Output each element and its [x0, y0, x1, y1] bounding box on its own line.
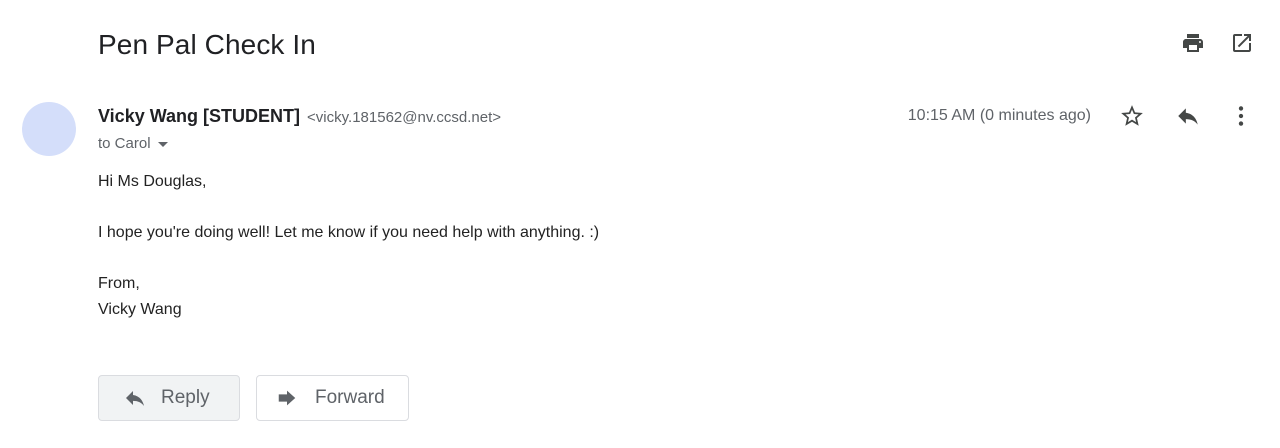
reply-icon [123, 386, 147, 410]
open-in-new-window-icon [1233, 34, 1251, 52]
email-closing: From, [98, 275, 140, 292]
forward-button[interactable]: Forward [256, 375, 409, 421]
reply-button-label: Reply [161, 387, 210, 408]
sender-name[interactable]: Vicky Wang [STUDENT] [98, 106, 300, 126]
timestamp: 10:15 AM (0 minutes ago) [907, 107, 1091, 124]
reply-button[interactable]: Reply [98, 375, 240, 421]
recipients-label: to Carol [98, 134, 151, 152]
reply-icon-button[interactable] [1174, 102, 1202, 130]
avatar[interactable] [22, 102, 76, 156]
forward-icon [275, 386, 299, 410]
forward-button-label: Forward [315, 387, 385, 408]
more-vertical-icon [1238, 106, 1244, 126]
email-signature: Vicky Wang [98, 301, 182, 318]
reply-icon [1178, 108, 1198, 125]
chevron-down-icon [157, 133, 168, 155]
email-subject: Pen Pal Check In [98, 29, 316, 60]
star-icon [1121, 105, 1143, 126]
sender-email: <vicky.181562@nv.ccsd.net> [307, 109, 501, 126]
more-options-button[interactable] [1227, 102, 1255, 130]
print-button[interactable] [1180, 30, 1206, 56]
email-message: I hope you're doing well! Let me know if… [98, 224, 600, 241]
open-in-new-window-button[interactable] [1229, 30, 1255, 56]
recipients-toggle[interactable]: to Carol [98, 132, 168, 155]
email-greeting: Hi Ms Douglas, [98, 173, 207, 190]
sender-line: Vicky Wang [STUDENT] <vicky.181562@nv.cc… [98, 104, 501, 130]
star-button[interactable] [1118, 102, 1146, 130]
print-icon [1183, 34, 1203, 52]
